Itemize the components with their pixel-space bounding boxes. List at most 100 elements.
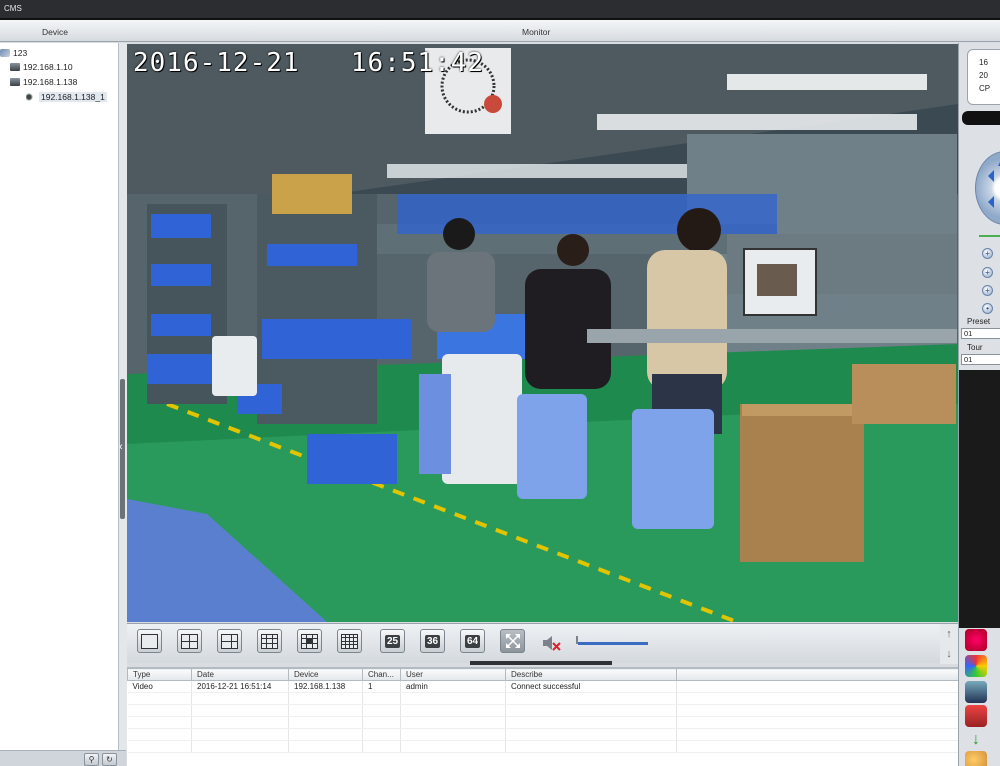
column-header-filler [676,668,959,681]
log-header-row: Type Date Device Chan... User Describe [127,668,959,681]
tree-item-channel[interactable]: 192.168.1.138_1 [26,91,107,103]
layout-64-button[interactable]: 64 [460,629,485,653]
layout-4-icon [181,633,198,649]
layout-36-button[interactable]: 36 [420,629,445,653]
table-row-empty [127,728,959,741]
refresh-icon: ↻ [106,755,113,764]
device-tree-footer: ⚲ ↻ [0,750,126,766]
group-icon [0,49,10,57]
speaker-mute-icon[interactable] [540,632,562,654]
ptz-indicator [979,235,1000,237]
dot-icon: • [986,304,989,313]
ptz-arrows-icon [988,162,1000,208]
preset-select[interactable]: 01 [961,328,1000,339]
layout-25-label: 25 [384,634,401,648]
layout-9-button[interactable] [257,629,282,653]
scroll-up-icon[interactable]: ↑ [940,624,958,644]
toolbar-scroll[interactable]: ↑ ↓ [940,624,958,664]
tour-label: Tour [967,343,983,352]
layout-4-button[interactable] [177,629,202,653]
dvr-icon [10,78,20,86]
column-header-type[interactable]: Type [127,668,192,681]
layout-9-icon [261,633,278,649]
cell-describe: Connect successful [505,680,677,693]
tree-item-label: 192.168.1.138 [23,77,78,87]
tree-item-group[interactable]: 123 [0,47,27,59]
users-icon[interactable] [965,751,987,766]
speed-button[interactable]: • [982,303,993,314]
cell-user: admin [400,680,506,693]
log-collapse-handle[interactable] [470,661,612,665]
volume-slider-track[interactable] [578,642,648,645]
focus-in-button[interactable]: + [982,267,993,278]
preset-label: Preset [967,317,991,326]
column-header-describe[interactable]: Describe [505,668,677,681]
camera-image [127,44,958,622]
plus-icon: + [985,268,990,277]
layout-13-button[interactable] [297,629,322,653]
window-title: CMS [4,4,22,13]
layout-64-label: 64 [464,634,481,648]
zoom-in-button[interactable]: + [982,248,993,259]
column-header-date[interactable]: Date [191,668,289,681]
layout-16-icon [341,633,358,649]
fullscreen-button[interactable] [500,629,525,653]
table-row-empty [127,704,959,717]
monitor-panel-title: Monitor [522,27,551,37]
ptz-panel-dark-area [959,370,1000,628]
tree-item-label: 123 [13,48,28,58]
search-icon: ⚲ [88,755,95,764]
download-icon[interactable]: ↓ [965,729,987,751]
tour-select[interactable]: 01 [961,354,1000,365]
plus-icon: + [985,286,990,295]
tree-item-device[interactable]: 192.168.1.138 [10,76,77,88]
layout-16-button[interactable] [337,629,362,653]
layout-36-label: 36 [424,634,441,648]
table-row[interactable]: Video 2016-12-21 16:51:14 192.168.1.138 … [127,680,959,693]
tree-item-label: 192.168.1.138_1 [39,92,107,102]
clapper-icon[interactable] [965,705,987,727]
ptz-direction-wheel[interactable] [975,151,1000,225]
osd-time: 16:51:42 [350,48,485,78]
layout-6-button[interactable] [217,629,242,653]
refresh-button[interactable]: ↻ [102,753,117,766]
layout-6-icon [221,633,238,649]
layout-1-icon [141,633,158,649]
window-title-bar: CMS [0,0,1000,20]
layout-25-button[interactable]: 25 [380,629,405,653]
color-settings-icon[interactable] [965,655,987,677]
record-icon[interactable] [965,629,987,651]
cell-filler [676,680,959,693]
cell-type: Video [127,680,192,693]
device-panel-title: Device [42,27,68,37]
search-button[interactable]: ⚲ [84,753,99,766]
clock-line-2: 20 [979,71,988,80]
cell-channel: 1 [362,680,401,693]
cell-device: 192.168.1.138 [288,680,363,693]
camera-icon [26,93,36,101]
iris-in-button[interactable]: + [982,285,993,296]
panel-header-bar: Device Monitor [0,20,1000,42]
layout-toolbar: 25 36 64 ↑ ↓ [127,623,958,664]
cell-date: 2016-12-21 16:51:14 [191,680,289,693]
tree-item-device[interactable]: 192.168.1.10 [10,61,73,73]
clock-display: 16 20 CP [967,49,1000,105]
event-log: Type Date Device Chan... User Describe V… [127,667,959,766]
column-header-user[interactable]: User [400,668,506,681]
osd-date: 2016-12-21 [133,48,300,78]
layout-1-button[interactable] [137,629,162,653]
layout-13-icon [301,633,318,649]
scroll-down-icon[interactable]: ↓ [940,644,958,664]
column-header-device[interactable]: Device [288,668,363,681]
clock-line-1: 16 [979,58,988,67]
tree-item-label: 192.168.1.10 [23,62,73,72]
column-header-channel[interactable]: Chan... [362,668,401,681]
collapse-arrow-icon[interactable]: ‹ [119,441,123,453]
snapshot-icon[interactable] [965,681,987,703]
panel-splitter[interactable]: ‹ [119,43,127,750]
device-tree: 123 192.168.1.10 192.168.1.138 192.168.1… [0,43,119,750]
fullscreen-icon [505,634,520,648]
osd-timestamp: 2016-12-21 16:51:42 [133,48,484,78]
status-bar [962,111,1000,125]
video-feed[interactable]: 2016-12-21 16:51:42 [127,44,958,622]
